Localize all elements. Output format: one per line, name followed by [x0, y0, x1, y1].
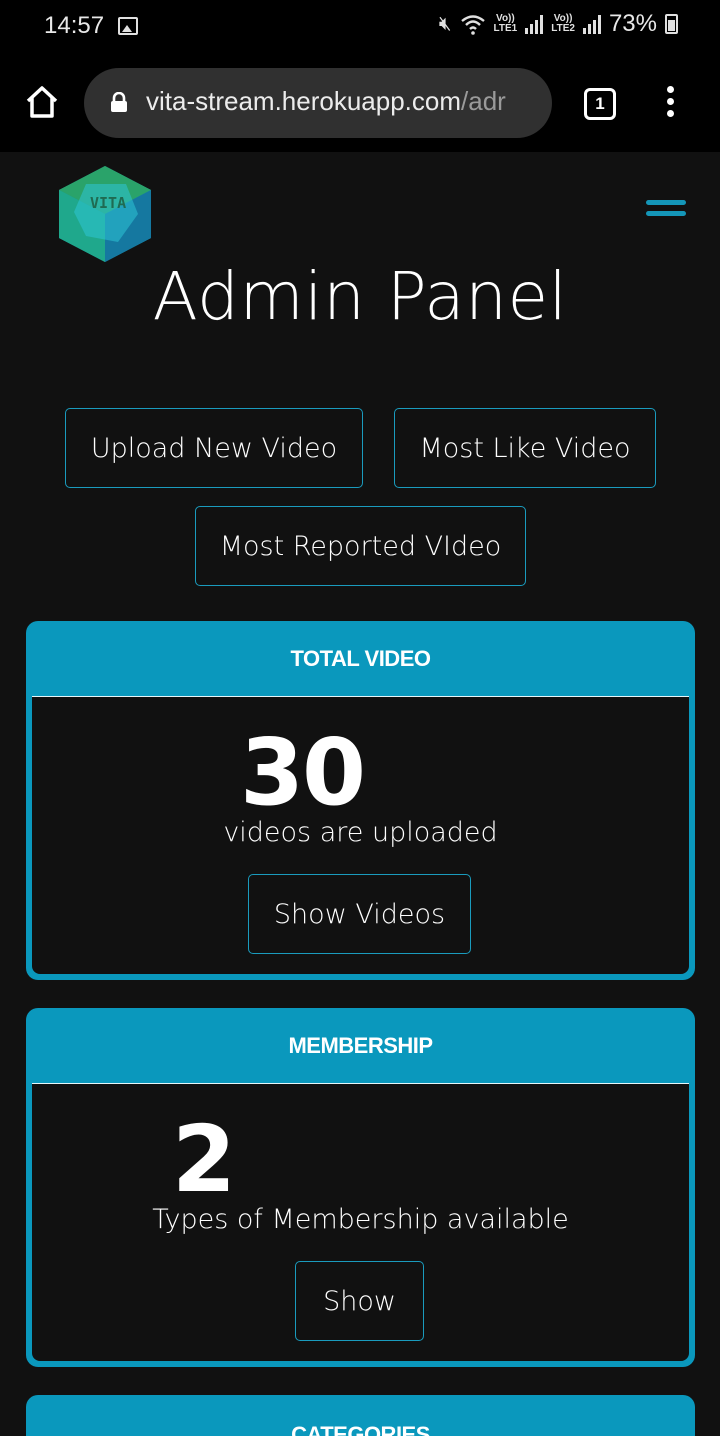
- categories-card: CATEGORIES: [26, 1395, 695, 1436]
- vita-logo[interactable]: VITA: [56, 164, 154, 264]
- sim2-signal-icon: [582, 14, 601, 34]
- show-videos-button[interactable]: Show Videos: [248, 874, 471, 954]
- sim2-lte-label: Vo)) LTE2: [551, 13, 575, 34]
- tab-switcher-button[interactable]: 1: [584, 88, 616, 120]
- wifi-icon: [460, 15, 485, 35]
- battery-icon: [665, 14, 678, 34]
- home-icon[interactable]: [24, 84, 60, 120]
- gallery-notification-icon: [118, 17, 138, 35]
- mute-icon: 🔇︎: [438, 12, 452, 35]
- most-liked-video-button[interactable]: Most Like Video: [394, 408, 656, 488]
- url-path: /adr: [461, 86, 506, 116]
- membership-count-caption: Types of Membership available: [152, 1204, 569, 1235]
- address-bar[interactable]: vita-stream.herokuapp.com/adr: [84, 68, 552, 138]
- video-count-caption: videos are uploaded: [223, 817, 498, 848]
- card-title: TOTAL VIDEO: [32, 621, 689, 697]
- upload-video-button[interactable]: Upload New Video: [65, 408, 363, 488]
- total-video-card: TOTAL VIDEO 30 videos are uploaded Show …: [26, 621, 695, 980]
- status-time: 14:57: [44, 12, 105, 39]
- nav-menu-icon[interactable]: [646, 200, 686, 222]
- status-bar: 14:57 🔇︎ Vo)) LTE1 Vo)) LTE2 73%: [0, 0, 720, 56]
- url-host: vita-stream.herokuapp.com: [146, 86, 462, 116]
- url-text: vita-stream.herokuapp.com/adr: [146, 86, 506, 117]
- sim1-lte-label: Vo)) LTE1: [493, 13, 518, 34]
- sim1-signal-icon: [525, 14, 544, 34]
- card-body: 30 videos are uploaded Show Videos: [32, 697, 689, 974]
- membership-card: MEMBERSHIP 2 Types of Membership availab…: [26, 1008, 695, 1367]
- most-reported-video-button[interactable]: Most Reported VIdeo: [195, 506, 526, 586]
- logo-text: VITA: [90, 194, 126, 212]
- card-title: MEMBERSHIP: [32, 1008, 689, 1084]
- video-count: 30: [240, 719, 366, 826]
- browser-toolbar: vita-stream.herokuapp.com/adr 1: [0, 56, 720, 152]
- card-body: 2 Types of Membership available Show: [32, 1084, 689, 1361]
- browser-menu-icon[interactable]: [664, 86, 676, 122]
- page-title: Admin Panel: [152, 258, 568, 335]
- show-membership-button[interactable]: Show: [295, 1261, 424, 1341]
- battery-percent: 73%: [608, 10, 657, 37]
- status-icons: 🔇︎ Vo)) LTE1 Vo)) LTE2 73%: [439, 10, 678, 38]
- lock-icon: [111, 92, 127, 112]
- membership-count: 2: [172, 1106, 236, 1213]
- card-title: CATEGORIES: [291, 1422, 430, 1436]
